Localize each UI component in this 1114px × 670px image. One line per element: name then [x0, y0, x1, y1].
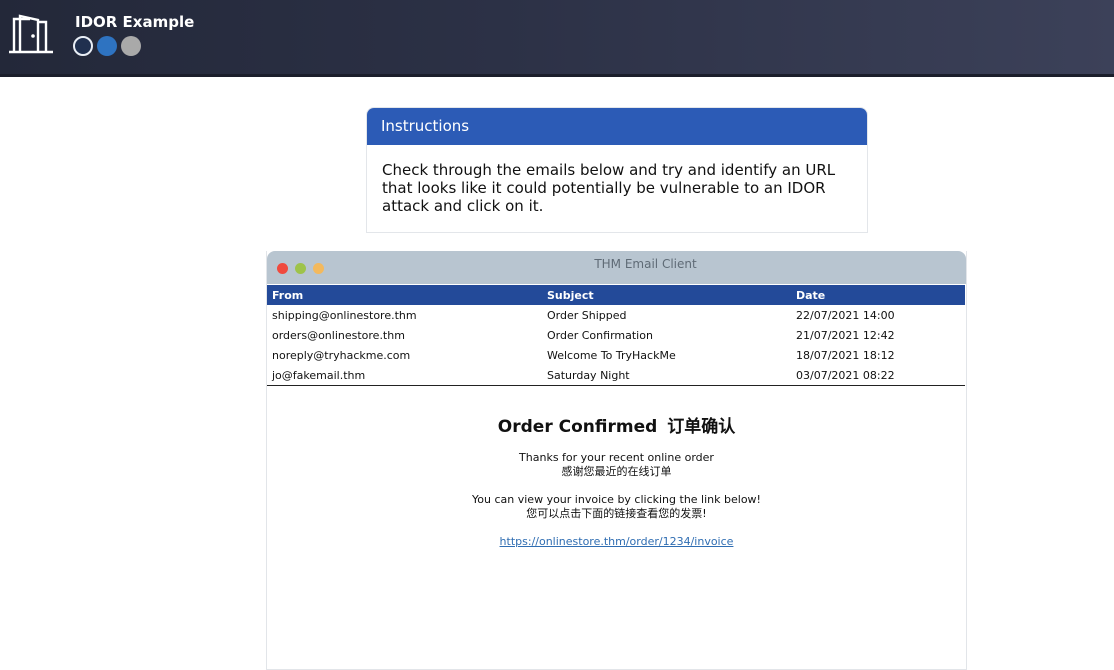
message-title-zh: 订单确认	[667, 417, 736, 437]
email-row[interactable]: orders@onlinestore.thm Order Confirmatio…	[267, 325, 965, 345]
email-date: 03/07/2021 08:22	[791, 365, 965, 386]
message-invoice-note: You can view your invoice by clicking th…	[267, 493, 966, 521]
email-from: noreply@tryhackme.com	[272, 348, 411, 362]
message-thanks: Thanks for your recent online order 感谢您最…	[267, 451, 966, 479]
invoice-link[interactable]: https://onlinestore.thm/order/1234/invoi…	[500, 535, 734, 548]
email-list-header: From Subject Date	[267, 285, 965, 305]
instructions-body: Check through the emails below and try a…	[382, 161, 836, 215]
column-header-from[interactable]: From	[267, 285, 542, 305]
instructions-heading: Instructions	[367, 108, 867, 145]
email-subject: Order Shipped	[547, 308, 627, 322]
message-invoice-en: You can view your invoice by clicking th…	[472, 493, 761, 506]
column-header-subject[interactable]: Subject	[542, 285, 791, 305]
progress-dot-current[interactable]	[73, 36, 93, 56]
top-bar: IDOR Example	[0, 0, 1114, 77]
door-icon	[9, 14, 53, 54]
message-invoice-zh: 您可以点击下面的链接查看您的发票!	[526, 507, 707, 520]
column-header-date[interactable]: Date	[791, 285, 965, 305]
email-message-body: Order Confirmed 订单确认 Thanks for your rec…	[267, 412, 966, 549]
email-subject: Order Confirmation	[547, 328, 653, 342]
email-subject: Welcome To TryHackMe	[547, 348, 676, 362]
email-from: orders@onlinestore.thm	[272, 328, 405, 342]
email-row[interactable]: shipping@onlinestore.thm Order Shipped 2…	[267, 305, 965, 325]
message-thanks-zh: 感谢您最近的在线订单	[561, 465, 672, 478]
email-date: 22/07/2021 14:00	[796, 308, 895, 322]
email-date: 18/07/2021 18:12	[796, 348, 895, 362]
progress-dot-inactive[interactable]	[121, 36, 141, 56]
window-titlebar: THM Email Client	[267, 251, 966, 284]
message-title: Order Confirmed 订单确认	[267, 412, 966, 437]
message-thanks-en: Thanks for your recent online order	[519, 451, 714, 464]
email-row[interactable]: jo@fakemail.thm Saturday Night 03/07/202…	[267, 365, 965, 386]
message-title-en: Order Confirmed	[497, 417, 658, 437]
email-client-window: THM Email Client From Subject Date shipp…	[266, 251, 967, 670]
email-date: 21/07/2021 12:42	[796, 328, 895, 342]
email-list: From Subject Date shipping@onlinestore.t…	[267, 285, 965, 386]
email-row[interactable]: noreply@tryhackme.com Welcome To TryHack…	[267, 345, 965, 365]
progress-dot-active[interactable]	[97, 36, 117, 56]
email-from: jo@fakemail.thm	[267, 365, 542, 386]
email-from: shipping@onlinestore.thm	[272, 308, 417, 322]
window-title: THM Email Client	[594, 257, 697, 271]
email-subject: Saturday Night	[542, 365, 791, 386]
app-title: IDOR Example	[75, 13, 195, 31]
instructions-panel: Instructions Check through the emails be…	[366, 107, 868, 233]
